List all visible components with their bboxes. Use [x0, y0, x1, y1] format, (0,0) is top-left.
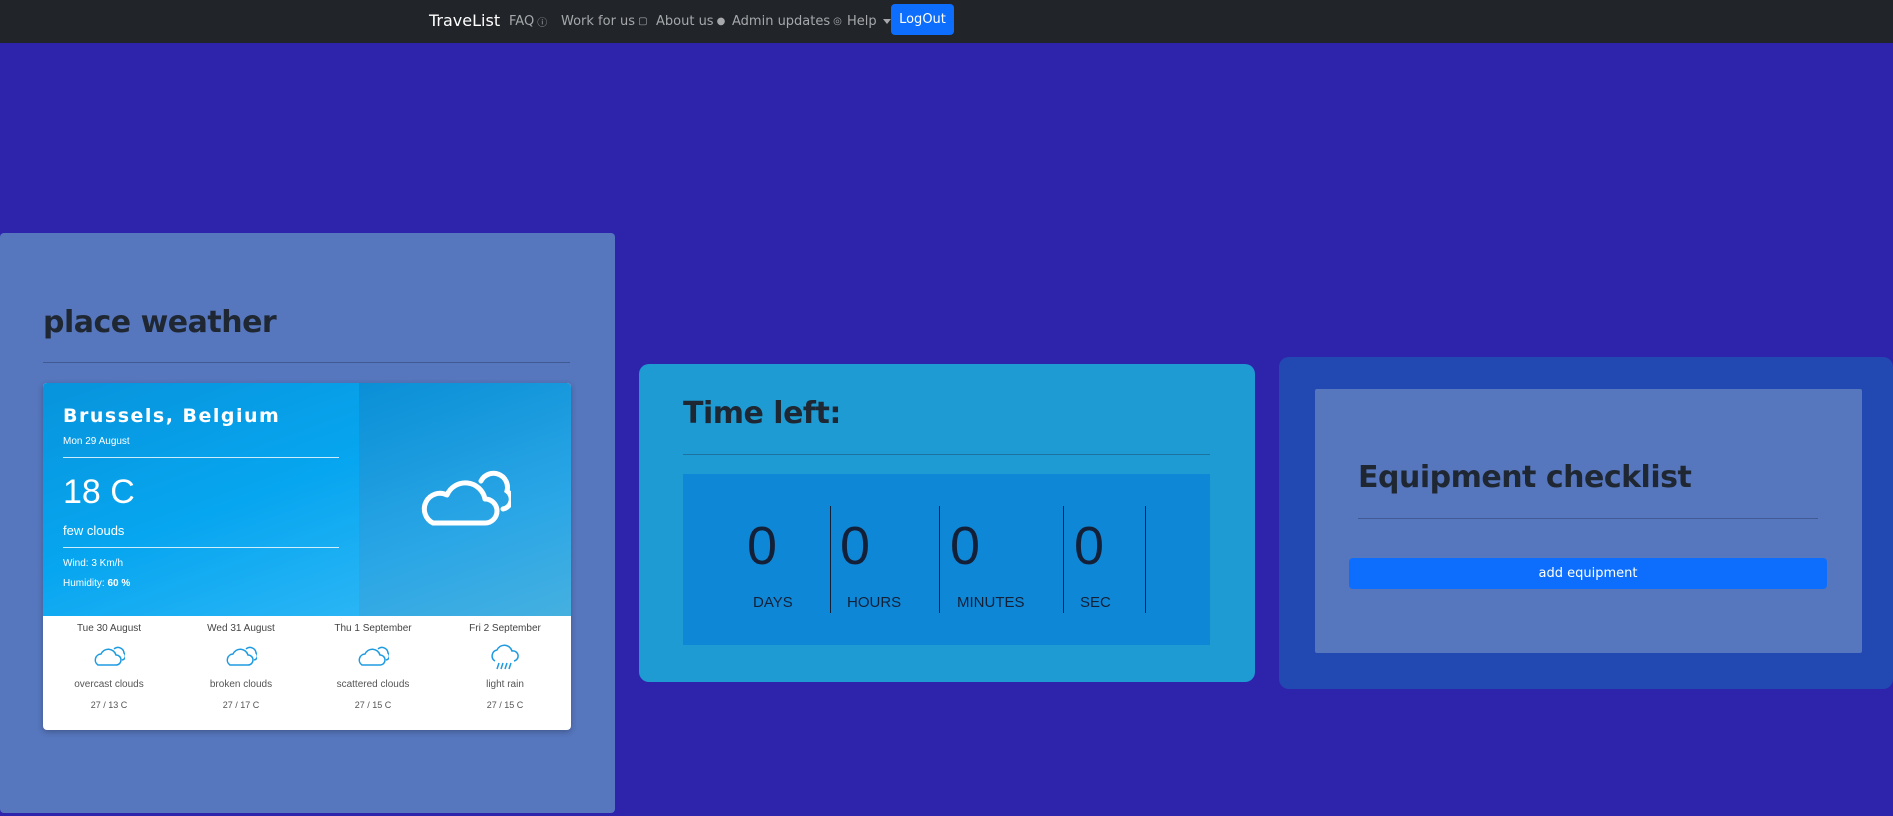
- equipment-card: [1315, 389, 1862, 653]
- weather-title: place weather: [43, 305, 277, 340]
- forecast-icon: [307, 644, 439, 672]
- forecast-date: Thu 1 September: [334, 623, 412, 634]
- people-icon: ●: [716, 16, 726, 27]
- current-date: Mon 29 August: [63, 436, 130, 447]
- nav-work-label: Work for us: [561, 14, 636, 29]
- forecast-description: light rain: [486, 679, 524, 690]
- wind-value: 3 Km/h: [91, 558, 124, 569]
- forecast-temperature: 27 / 13 C: [90, 700, 128, 710]
- forecast-temperature: 27 / 15 C: [354, 700, 392, 710]
- forecast-date: Fri 2 September: [469, 623, 541, 634]
- forecast-icon: [175, 644, 307, 672]
- humidity-label: Humidity:: [63, 578, 105, 589]
- nav-faq-label: FAQ: [509, 14, 535, 29]
- briefcase-icon: ▢: [638, 16, 648, 27]
- forecast-icon: [43, 644, 175, 672]
- cloud-icon: [94, 646, 127, 666]
- caret-down-icon: [882, 19, 891, 24]
- cloud-icon: [358, 646, 391, 666]
- current-weather: Brussels, Belgium Mon 29 August 18 C few…: [43, 383, 359, 616]
- sec-value: 0: [1074, 516, 1105, 576]
- forecast-day: Fri 2 September light rain 27 / 15 C: [439, 623, 571, 710]
- nav-admin-label: Admin updates: [732, 14, 831, 29]
- wind-label: Wind:: [63, 558, 89, 569]
- separator: [830, 506, 831, 613]
- separator: [939, 506, 940, 613]
- city-name: Brussels, Belgium: [63, 405, 281, 427]
- minutes-value: 0: [950, 516, 981, 576]
- forecast-temperature: 27 / 15 C: [486, 700, 524, 710]
- hours-value: 0: [840, 516, 871, 576]
- sec-label: SEC: [1080, 594, 1111, 611]
- current-weather-icon-area: [359, 383, 571, 616]
- brand-logo[interactable]: TraveList: [429, 11, 500, 30]
- days-value: 0: [747, 516, 778, 576]
- wind-info: Wind: 3 Km/h: [63, 558, 123, 569]
- divider: [63, 457, 339, 458]
- humidity-info: Humidity: 60 %: [63, 578, 130, 589]
- top-navbar: TraveList FAQ ⓘ Work for us ▢ About us ●…: [0, 0, 1893, 43]
- days-label: DAYS: [753, 594, 793, 611]
- question-circle-icon: ⓘ: [537, 18, 548, 29]
- current-description: few clouds: [63, 523, 125, 538]
- separator: [1063, 506, 1064, 613]
- forecast-day: Wed 31 August broken clouds 27 / 17 C: [175, 623, 307, 710]
- nav-help-label: Help: [847, 14, 877, 29]
- forecast-icon: [439, 644, 571, 672]
- nav-admin-updates[interactable]: Admin updates ◎: [732, 14, 842, 29]
- nav-about-us[interactable]: About us ●: [656, 14, 725, 29]
- forecast-day: Tue 30 August overcast clouds 27 / 13 C: [43, 623, 175, 710]
- humidity-value: 60 %: [107, 578, 131, 589]
- weather-divider: [43, 362, 570, 363]
- forecast-description: scattered clouds: [336, 679, 410, 690]
- separator: [1145, 506, 1146, 613]
- forecast-date: Tue 30 August: [76, 623, 142, 634]
- equipment-title: Equipment checklist: [1358, 460, 1692, 495]
- forecast-date: Wed 31 August: [207, 623, 275, 634]
- nav-faq[interactable]: FAQ ⓘ: [509, 14, 547, 29]
- minutes-label: MINUTES: [957, 594, 1025, 611]
- weather-card: Brussels, Belgium Mon 29 August 18 C few…: [43, 383, 571, 730]
- forecast-day: Thu 1 September scattered clouds 27 / 15…: [307, 623, 439, 710]
- current-temperature: 18 C: [63, 473, 135, 511]
- globe-icon: ◎: [833, 16, 842, 27]
- nav-work-for-us[interactable]: Work for us ▢: [561, 14, 648, 29]
- forecast-temperature: 27 / 17 C: [222, 700, 260, 710]
- equipment-divider: [1358, 518, 1818, 519]
- hours-label: HOURS: [847, 594, 902, 611]
- rain-cloud-icon: [491, 644, 519, 670]
- logout-button[interactable]: LogOut: [891, 4, 954, 35]
- forecast-description: broken clouds: [209, 679, 273, 690]
- nav-about-label: About us: [656, 14, 714, 29]
- timer-title: Time left:: [683, 396, 841, 431]
- add-equipment-button[interactable]: add equipment: [1349, 558, 1827, 589]
- divider: [63, 547, 339, 548]
- forecast-description: overcast clouds: [74, 679, 144, 690]
- cloud-icon: [226, 646, 259, 666]
- nav-help-dropdown[interactable]: Help: [847, 14, 891, 29]
- cloud-icon: [421, 470, 511, 526]
- timer-divider: [683, 454, 1210, 455]
